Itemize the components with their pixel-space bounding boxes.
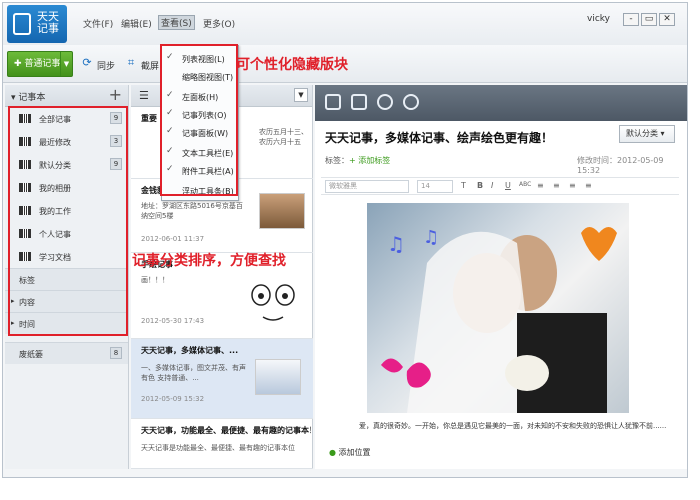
annotation-sort: 记事分类排序，方便查找 xyxy=(132,253,286,269)
list-view-icon[interactable]: ☰ xyxy=(139,89,149,102)
sidebar-title: ▾ 记事本 xyxy=(11,93,46,103)
menu-edit[interactable]: 编辑(E) xyxy=(121,17,152,30)
sketch-thumbnail xyxy=(251,284,295,321)
align-center-button[interactable]: ≡ xyxy=(553,181,560,190)
text-toolbar: 微软雅黑 14 T B I U ABC ≡ ≡ ≡ ≡ xyxy=(321,177,679,195)
note-editor: 天天记事，多媒体记事、绘声绘色更有趣！ 默认分类 ▾ 标签： + 添加标签 修改… xyxy=(315,85,687,469)
italic-button[interactable]: I xyxy=(491,181,493,190)
list-item[interactable]: 天天记事，功能最全、最便捷、最有趣的记事本！ 天天记事是功能最全、最便捷、最有趣… xyxy=(131,419,313,469)
chevron-down-icon[interactable]: ▼ xyxy=(294,88,308,102)
category-select[interactable]: 默认分类 ▾ xyxy=(619,125,675,143)
text-color-button[interactable]: T xyxy=(461,181,466,190)
category-label: 默认分类 xyxy=(626,129,658,138)
pen-logo-icon xyxy=(13,13,31,35)
chevron-down-icon[interactable]: ▼ xyxy=(60,52,72,76)
list-item-selected[interactable]: 天天记事，多媒体记事、... 一、多媒体记事，图文并茂、有声有色 支持普通、..… xyxy=(131,339,313,419)
note-title-field[interactable]: 天天记事，多媒体记事、绘声绘色更有趣！ xyxy=(325,129,553,146)
highlight-view-menu xyxy=(160,44,238,196)
new-note-button[interactable]: ✚ 普通记事 ▼ xyxy=(7,51,73,77)
note-date: 2012-05-09 15:32 xyxy=(141,395,205,403)
crop-icon[interactable]: ⌗ xyxy=(125,57,137,69)
font-select[interactable]: 微软雅黑 xyxy=(325,180,409,193)
svg-text:♫: ♫ xyxy=(423,227,439,248)
sidebar-header[interactable]: ▾ 记事本 + xyxy=(5,85,128,107)
photo-illustration: ♫ ♫ xyxy=(381,227,617,413)
menu-file[interactable]: 文件(F) xyxy=(83,17,113,30)
note-thumbnail xyxy=(255,359,301,395)
sync-button[interactable]: 同步 xyxy=(97,59,115,72)
note-snippet: 画！！！ xyxy=(141,276,169,284)
user-name[interactable]: vicky xyxy=(587,14,610,24)
camera-icon[interactable] xyxy=(351,94,367,110)
add-location-button[interactable]: ● 添加位置 xyxy=(329,447,371,458)
photo-caption: 爱，真的很奇妙。一开始，你总是遇见它最美的一面，对未知的不安和失败的恐惧让人犹豫… xyxy=(359,422,667,430)
new-note-label: 普通记事 xyxy=(24,59,61,69)
plus-icon: ✚ xyxy=(14,59,25,69)
justify-button[interactable]: ≡ xyxy=(585,181,592,190)
highlight-sidebar xyxy=(8,106,128,336)
align-right-button[interactable]: ≡ xyxy=(569,181,576,190)
attachment-toolbar xyxy=(315,85,687,121)
wedding-photo: ♫ ♫ xyxy=(367,203,629,413)
note-title: 重要 xyxy=(141,114,157,123)
bold-button[interactable]: B xyxy=(477,181,483,190)
menu-view[interactable]: 查看(S) xyxy=(158,15,195,30)
note-snippet: 一、多媒体记事，图文并茂、有声有色 支持普通、... xyxy=(141,364,246,382)
modified-time: 修改时间：2012-05-09 15:32 xyxy=(577,156,664,175)
location-pin-icon: ● xyxy=(329,448,336,457)
smiley-icon[interactable] xyxy=(377,94,393,110)
add-tag-link[interactable]: + 添加标签 xyxy=(349,155,390,166)
align-left-button[interactable]: ≡ xyxy=(537,181,544,190)
note-thumbnail xyxy=(259,193,305,229)
menu-more[interactable]: 更多(O) xyxy=(203,17,235,30)
add-notebook-icon[interactable]: + xyxy=(109,85,122,104)
minimize-button[interactable]: - xyxy=(623,13,639,26)
add-location-label: 添加位置 xyxy=(338,448,371,457)
tags-label: 标签： xyxy=(325,156,349,165)
sidebar-item-trash[interactable]: 废纸篓 8 xyxy=(5,342,128,364)
app-logo: 天天记事 xyxy=(7,5,67,43)
strikethrough-button[interactable]: ABC xyxy=(519,181,531,188)
screenshot-button[interactable]: 截屏 xyxy=(141,59,159,72)
note-snippet: 地址：罗湖区东路5016号京基百纳空间5楼 xyxy=(141,202,243,220)
chevron-down-icon: ▾ xyxy=(660,129,665,138)
underline-button[interactable]: U xyxy=(505,181,511,190)
image-icon[interactable] xyxy=(325,94,341,110)
close-button[interactable]: ✕ xyxy=(659,13,675,26)
note-snippet: 天天记事是功能最全、最便捷、最有趣的记事本位 xyxy=(141,444,295,452)
note-title: 天天记事，功能最全、最便捷、最有趣的记事本！ xyxy=(141,426,311,435)
annotation-customize: 可个性化隐藏版块 xyxy=(236,57,348,73)
sync-icon[interactable]: ⟳ xyxy=(81,57,93,69)
count-badge: 8 xyxy=(110,347,122,359)
restore-button[interactable]: ▭ xyxy=(641,13,657,26)
note-title: 天天记事，多媒体记事、... xyxy=(141,346,239,355)
size-select[interactable]: 14 xyxy=(417,180,453,193)
logo-text: 天天记事 xyxy=(37,10,59,35)
note-date: 2012-06-01 11:37 xyxy=(141,235,205,243)
group-label: 废纸篓 xyxy=(19,350,43,359)
note-date: 2012-05-30 17:43 xyxy=(141,317,205,325)
title-bar: 天天记事 文件(F) 编辑(E) 查看(S) 更多(O) vicky - ▭ ✕ xyxy=(3,3,687,45)
svg-text:♫: ♫ xyxy=(387,232,405,256)
note-snippet: 农历五月十三、农历六月十五 xyxy=(259,128,308,146)
alarm-icon[interactable] xyxy=(403,94,419,110)
